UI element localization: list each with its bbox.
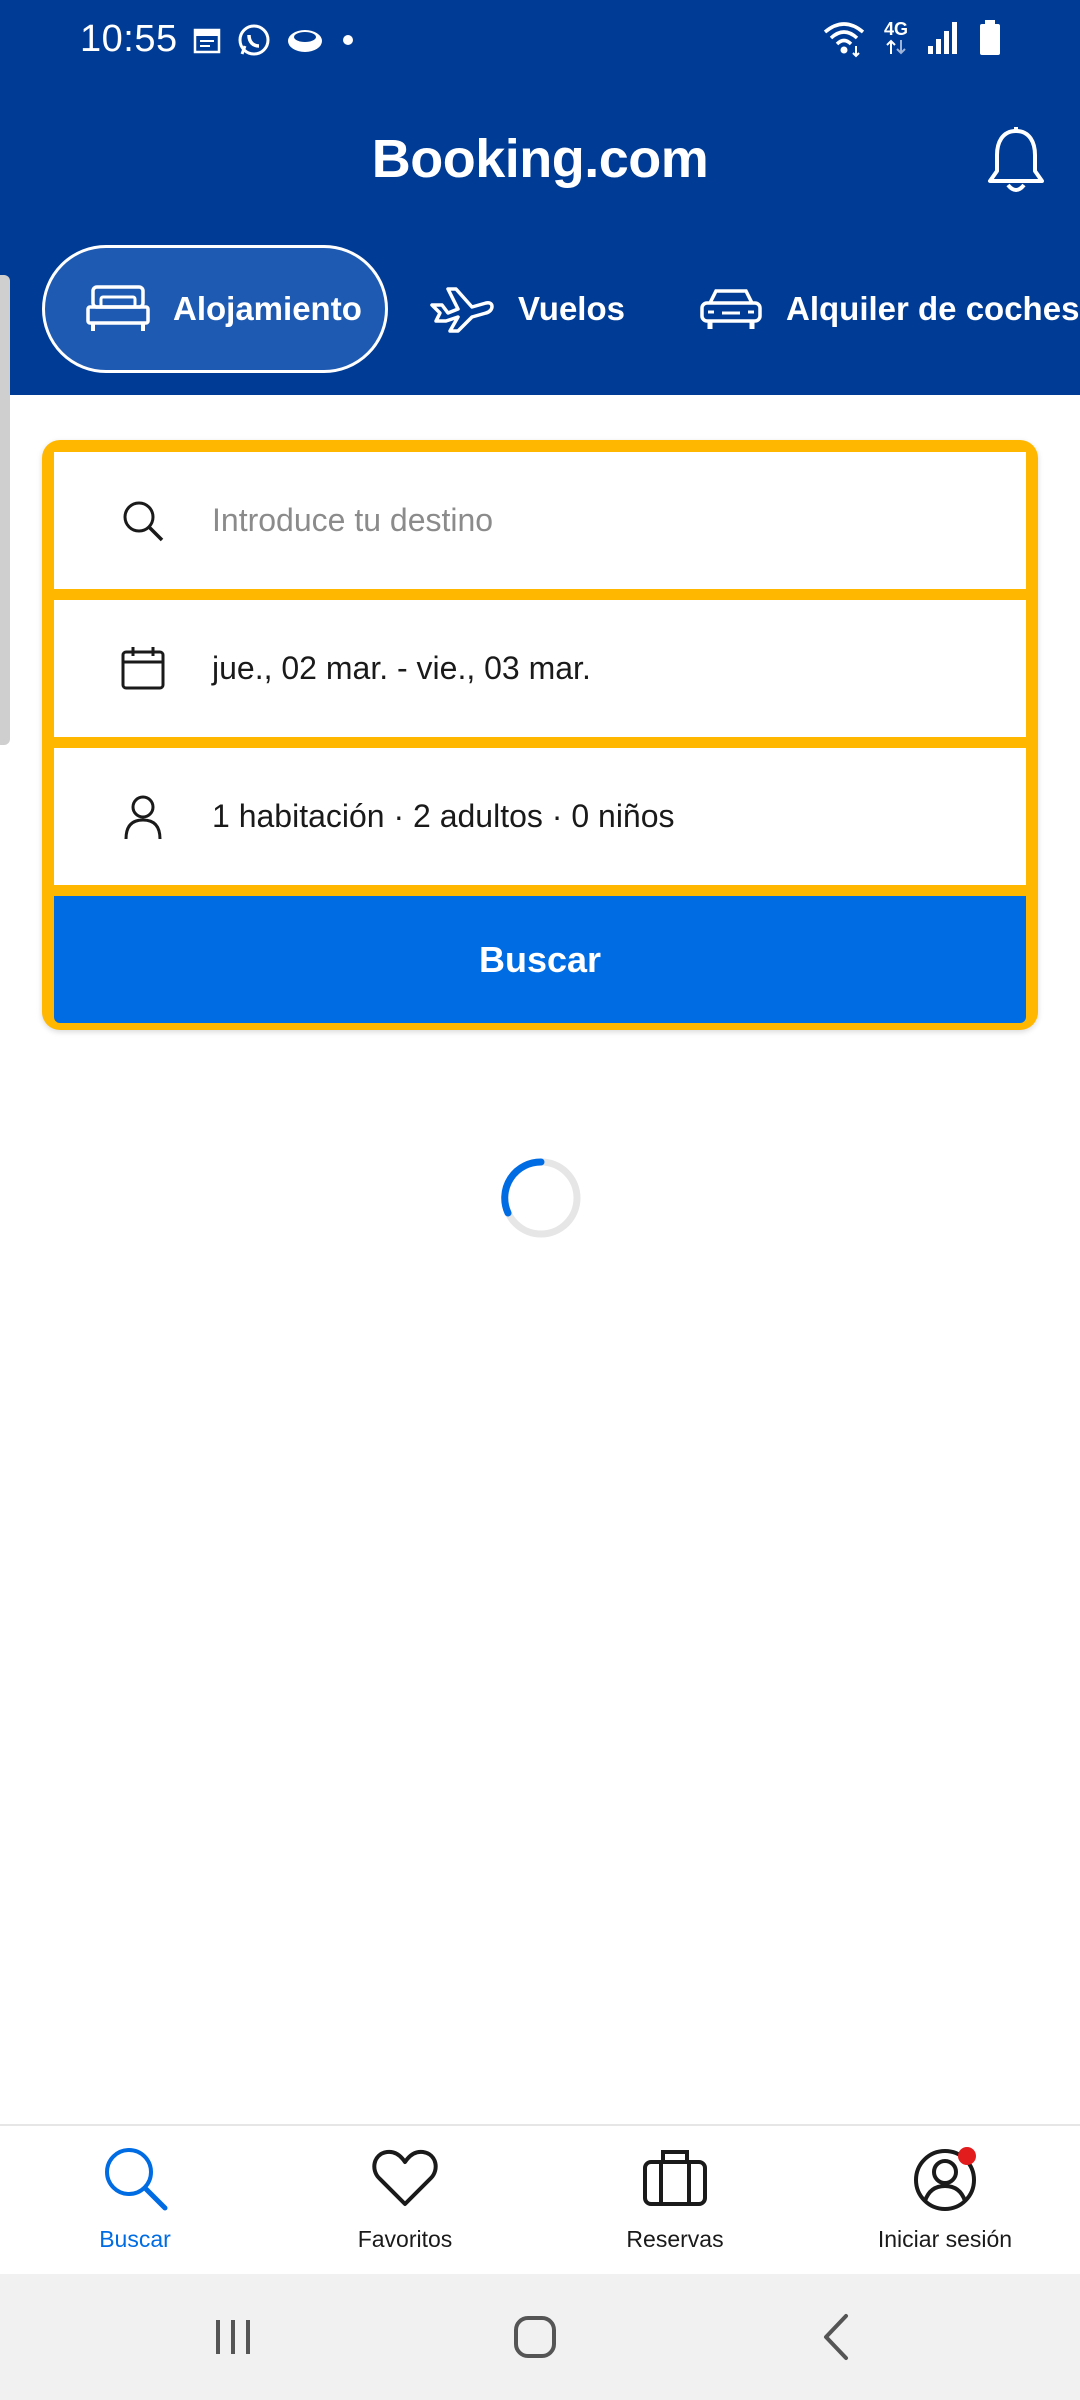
edge-panel-handle[interactable] bbox=[0, 275, 10, 745]
loading-spinner-icon bbox=[501, 1158, 581, 1238]
nav-buscar-label: Buscar bbox=[99, 2226, 171, 2252]
destination-field[interactable]: Introduce tu destino bbox=[54, 452, 1026, 589]
nav-buscar[interactable]: Buscar bbox=[0, 2144, 270, 2274]
nav-iniciar-sesion[interactable]: Iniciar sesión bbox=[810, 2144, 1080, 2274]
tab-alquiler-coches[interactable]: Alquiler de coches bbox=[698, 245, 1079, 373]
tab-vuelos[interactable]: Vuelos bbox=[428, 245, 625, 373]
nav-favoritos-label: Favoritos bbox=[357, 2226, 453, 2252]
guests-value: 1 habitación · 2 adultos · 0 niños bbox=[212, 798, 675, 834]
cloud-app-icon bbox=[288, 30, 322, 52]
whatsapp-icon bbox=[238, 24, 270, 56]
bottom-navigation: Buscar Favoritos Reservas Iniciar sesión bbox=[0, 2124, 1080, 2274]
calendar-icon bbox=[121, 646, 165, 689]
account-icon bbox=[914, 2147, 976, 2211]
nav-reservas[interactable]: Reservas bbox=[540, 2144, 810, 2274]
back-icon[interactable] bbox=[802, 2304, 872, 2370]
destination-placeholder: Introduce tu destino bbox=[212, 502, 494, 538]
dates-field[interactable]: jue., 02 mar. - vie., 03 mar. bbox=[54, 600, 1026, 737]
bed-icon bbox=[86, 285, 150, 331]
heart-icon bbox=[372, 2149, 438, 2206]
calendar-icon bbox=[193, 28, 221, 54]
brand-logo: Booking.com bbox=[371, 129, 709, 189]
data-arrows-icon bbox=[886, 39, 906, 55]
signal-icon bbox=[928, 22, 957, 54]
category-tabs: Alojamiento Vuelos Alquiler de coches bbox=[0, 245, 1080, 375]
tab-alojamiento[interactable]: Alojamiento bbox=[42, 245, 388, 373]
nav-reservas-label: Reservas bbox=[626, 2226, 724, 2252]
nav-iniciar-sesion-label: Iniciar sesión bbox=[877, 2226, 1013, 2252]
system-navigation-bar bbox=[0, 2274, 1080, 2400]
tab-vuelos-label: Vuelos bbox=[518, 290, 625, 327]
car-icon bbox=[700, 289, 762, 329]
nav-favoritos[interactable]: Favoritos bbox=[270, 2144, 540, 2274]
recent-apps-icon[interactable] bbox=[198, 2304, 268, 2370]
tab-alquiler-coches-label: Alquiler de coches bbox=[786, 290, 1080, 327]
notification-dot-icon bbox=[958, 2147, 976, 2165]
search-icon bbox=[123, 501, 164, 541]
suitcase-icon bbox=[643, 2150, 707, 2206]
status-time: 10:55 bbox=[80, 18, 178, 60]
search-box: Introduce tu destino jue., 02 mar. - vie… bbox=[42, 440, 1038, 1030]
guests-field[interactable]: 1 habitación · 2 adultos · 0 niños bbox=[54, 748, 1026, 885]
notifications-bell-icon[interactable] bbox=[984, 125, 1048, 195]
person-icon bbox=[124, 795, 162, 839]
dates-value: jue., 02 mar. - vie., 03 mar. bbox=[212, 650, 591, 686]
battery-icon bbox=[980, 20, 1000, 55]
search-button[interactable]: Buscar bbox=[54, 896, 1026, 1023]
status-left-icons bbox=[192, 22, 358, 58]
tab-alojamiento-label: Alojamiento bbox=[173, 290, 362, 327]
home-icon[interactable] bbox=[500, 2304, 570, 2370]
search-icon bbox=[105, 2148, 168, 2211]
plane-icon bbox=[430, 287, 494, 333]
status-right-icons: 4G bbox=[822, 18, 1002, 58]
mobile-data-icon: 4G bbox=[884, 20, 908, 56]
wifi-icon bbox=[823, 22, 865, 58]
dot-icon bbox=[343, 35, 353, 45]
network-label: 4G bbox=[883, 19, 908, 39]
app-header: Booking.com Alojamiento Vuelos Alquiler … bbox=[0, 80, 1080, 395]
status-bar: 10:55 4G bbox=[0, 0, 1080, 80]
